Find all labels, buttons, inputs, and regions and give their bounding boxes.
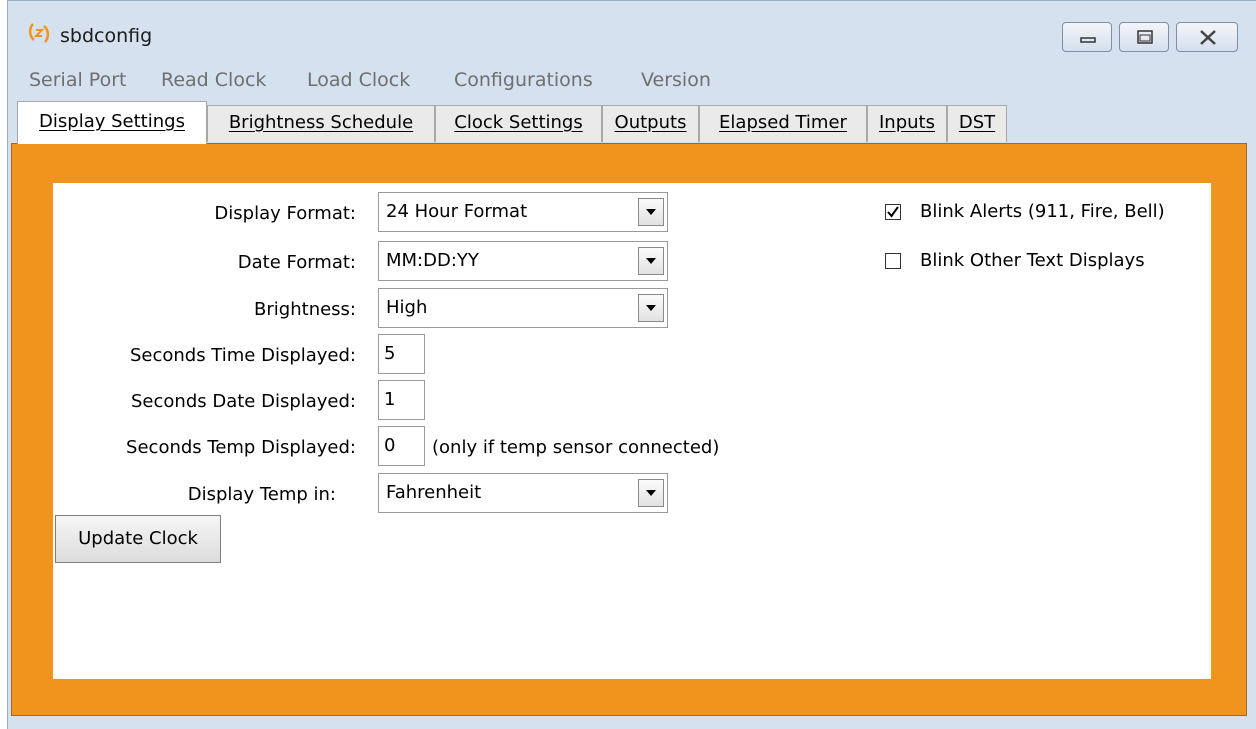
seconds-date-label: Seconds Date Displayed: [131, 391, 356, 412]
close-icon [1200, 30, 1216, 45]
tab-strip: Display Settings Brightness Schedule Clo… [8, 98, 1256, 144]
menu-version[interactable]: Version [641, 69, 711, 91]
seconds-temp-input[interactable]: 0 [378, 426, 425, 466]
temp-sensor-note: (only if temp sensor connected) [432, 437, 720, 458]
seconds-time-input[interactable]: 5 [378, 334, 425, 374]
chevron-down-icon [646, 258, 656, 264]
close-button[interactable] [1176, 22, 1238, 52]
tab-dst[interactable]: DST [947, 105, 1007, 142]
update-clock-button[interactable]: Update Clock [55, 515, 221, 563]
checkmark-icon [887, 206, 899, 218]
tab-brightness-schedule[interactable]: Brightness Schedule [207, 105, 435, 142]
seconds-time-label: Seconds Time Displayed: [129, 345, 356, 366]
menu-read-clock[interactable]: Read Clock [161, 69, 266, 91]
menu-serial-port[interactable]: Serial Port [29, 69, 126, 91]
display-format-label: Display Format: [214, 203, 356, 224]
tab-display-settings[interactable]: Display Settings [17, 101, 207, 144]
restore-icon [1137, 30, 1153, 44]
brightness-label: Brightness: [254, 299, 356, 320]
seconds-temp-label: Seconds Temp Displayed: [126, 437, 356, 458]
temp-unit-dropdown-button[interactable] [638, 479, 664, 507]
sbd-logo-icon [26, 20, 52, 46]
temp-unit-label: Display Temp in: [187, 484, 336, 505]
temp-unit-value: Fahrenheit [386, 482, 482, 503]
temp-unit-select[interactable]: Fahrenheit [378, 473, 668, 513]
chevron-down-icon [646, 209, 656, 215]
chevron-down-icon [646, 305, 656, 311]
tab-inputs[interactable]: Inputs [867, 105, 947, 142]
seconds-date-input[interactable]: 1 [378, 380, 425, 420]
brightness-select[interactable]: High [378, 288, 668, 328]
brightness-dropdown-button[interactable] [638, 294, 664, 322]
seconds-temp-value: 0 [384, 435, 396, 456]
tab-outputs[interactable]: Outputs [602, 105, 699, 142]
date-format-value: MM:DD:YY [386, 250, 479, 271]
tab-elapsed-timer[interactable]: Elapsed Timer [699, 105, 867, 142]
menu-load-clock[interactable]: Load Clock [307, 69, 410, 91]
chevron-down-icon [646, 490, 656, 496]
date-format-dropdown-button[interactable] [638, 247, 664, 275]
blink-alerts-label[interactable]: Blink Alerts (911, Fire, Bell) [920, 201, 1165, 222]
window-title: sbdconfig [60, 25, 153, 47]
date-format-label: Date Format: [237, 252, 356, 273]
display-format-select[interactable]: 24 Hour Format [378, 192, 668, 232]
menu-configurations[interactable]: Configurations [454, 69, 593, 91]
minimize-icon [1080, 37, 1096, 43]
blink-alerts-checkbox[interactable] [885, 204, 901, 220]
display-format-value: 24 Hour Format [386, 201, 528, 222]
menu-bar: Serial Port Read Clock Load Clock Config… [8, 64, 1256, 94]
brightness-value: High [386, 297, 428, 318]
blink-other-label[interactable]: Blink Other Text Displays [920, 250, 1145, 271]
blink-other-checkbox[interactable] [885, 253, 901, 269]
minimize-button[interactable] [1062, 22, 1112, 52]
display-format-dropdown-button[interactable] [638, 198, 664, 226]
seconds-time-value: 5 [384, 343, 396, 364]
maximize-button[interactable] [1119, 22, 1169, 52]
title-bar[interactable]: sbdconfig [8, 1, 1256, 63]
date-format-select[interactable]: MM:DD:YY [378, 241, 668, 281]
seconds-date-value: 1 [384, 389, 396, 410]
tab-clock-settings[interactable]: Clock Settings [435, 105, 602, 142]
